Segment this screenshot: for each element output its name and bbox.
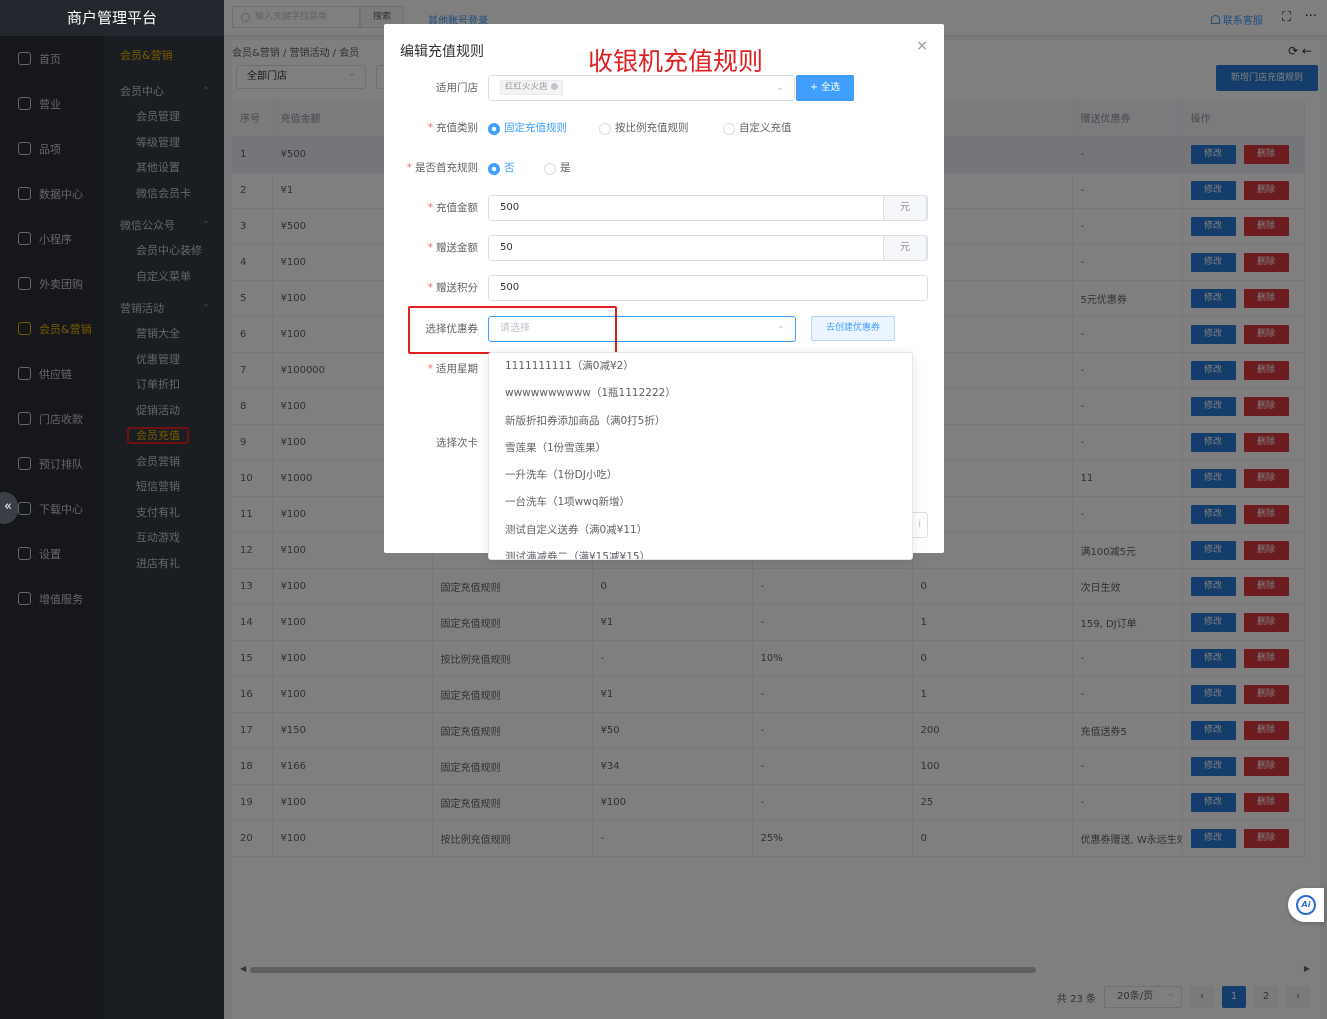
radio-custom[interactable]: 自定义充值	[723, 115, 792, 141]
coupon-dropdown: 1111111111（满0减¥2） wwwwwwwwww（1瓶1112222） 新版…	[488, 352, 913, 560]
coupon-option[interactable]: 1111111111（满0减¥2）	[489, 353, 912, 380]
radio-proportional[interactable]: 按比例充值规则	[599, 115, 689, 141]
select-all-button[interactable]: + 全选	[796, 75, 854, 101]
first-charge-label: * 是否首充规则	[406, 162, 478, 174]
gift-label: * 赠送金额	[427, 242, 478, 254]
points-label: * 赠送积分	[427, 282, 478, 294]
weekday-label: * 适用星期	[427, 363, 478, 375]
coupon-option[interactable]: wwwwwwwwww（1瓶1112222）	[489, 380, 912, 407]
type-label: * 充值类别	[427, 122, 478, 134]
points-row: * 赠送积分 500	[384, 275, 944, 301]
amount-input[interactable]: 500 元	[488, 195, 928, 221]
coupon-option[interactable]: 测试满减券二（满¥15减¥15）	[489, 544, 912, 559]
highlight-box	[408, 306, 617, 354]
store-label: 适用门店	[436, 82, 478, 94]
chevron-down-icon: ⌄	[775, 82, 784, 93]
coupon-option[interactable]: 雪莲果（1份雪莲果）	[489, 435, 912, 462]
ai-assistant-button[interactable]: Ai	[1288, 888, 1324, 922]
coupon-option[interactable]: 新版折扣券添加商品（满0打5折）	[489, 408, 912, 435]
annotation-text: 收银机充值规则	[588, 47, 764, 76]
radio-yes[interactable]: 是	[544, 155, 571, 181]
coupon-option[interactable]: 一台洗车（1项wwq新增）	[489, 489, 912, 516]
app-title: 商户管理平台	[0, 0, 224, 36]
create-coupon-button[interactable]: 去创建优惠券	[811, 316, 895, 341]
card-label: 选择次卡	[436, 437, 478, 449]
amount-row: * 充值金额 500 元	[384, 195, 944, 221]
type-row: * 充值类别 固定充值规则 按比例充值规则 自定义充值	[384, 115, 944, 141]
store-row: 适用门店 红红火火店 ⌄ + 全选	[384, 75, 944, 101]
coupon-option[interactable]: 测试自定义送券（满0减¥11）	[489, 517, 912, 544]
coupon-option[interactable]: 一升洗车（1份DJ小吃）	[489, 462, 912, 489]
radio-no[interactable]: 否	[488, 155, 515, 181]
gift-unit: 元	[883, 235, 927, 261]
radio-fixed[interactable]: 固定充值规则	[488, 115, 567, 141]
store-tag[interactable]: 红红火火店	[500, 79, 563, 95]
points-input[interactable]: 500	[488, 275, 928, 301]
ai-icon: Ai	[1296, 895, 1316, 915]
first-charge-row: * 是否首充规则 否 是	[384, 155, 944, 181]
gift-input[interactable]: 50 元	[488, 235, 928, 261]
store-select[interactable]: 红红火火店 ⌄	[488, 75, 795, 101]
dialog-title: 编辑充值规则	[400, 44, 484, 60]
close-icon[interactable]: ×	[916, 38, 928, 54]
amount-label: * 充值金额	[427, 202, 478, 214]
amount-unit: 元	[883, 195, 927, 221]
gift-row: * 赠送金额 50 元	[384, 235, 944, 261]
